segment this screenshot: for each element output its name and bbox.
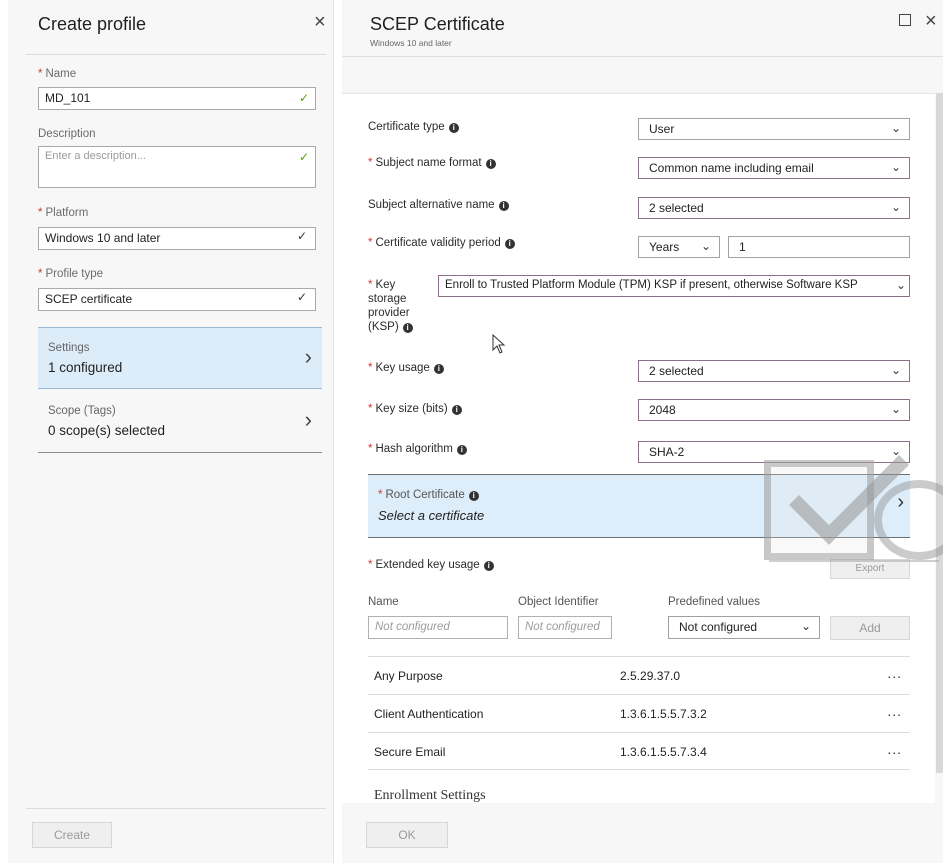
certificate-type-select[interactable]: User ⌄: [638, 118, 910, 140]
info-icon[interactable]: i: [433, 364, 444, 374]
info-icon[interactable]: i: [483, 561, 494, 571]
row-name: Client Authentication: [374, 707, 484, 721]
blade-header: Create profile ×: [8, 0, 334, 50]
chevron-down-icon: ⌄: [890, 160, 901, 174]
divider: [26, 808, 326, 809]
table-row: Any Purpose 2.5.29.37.0 ...: [368, 656, 910, 694]
root-certificate-label: * Root Certificate i: [378, 489, 479, 501]
row-name: Any Purpose: [374, 669, 443, 683]
chevron-down-icon: ✓: [296, 229, 307, 243]
key-size-select[interactable]: 2048 ⌄: [638, 399, 910, 421]
row-oid: 1.3.6.1.5.5.7.3.2: [620, 707, 707, 721]
row-name: Secure Email: [374, 745, 446, 759]
info-icon[interactable]: i: [451, 405, 462, 415]
chevron-down-icon: ⌄: [800, 619, 811, 633]
nav-item-title: Scope (Tags): [48, 405, 116, 417]
info-icon[interactable]: i: [485, 159, 496, 169]
name-label: * Name: [38, 68, 77, 80]
ok-button[interactable]: OK: [366, 822, 448, 848]
info-icon[interactable]: i: [504, 239, 515, 249]
more-options-icon[interactable]: ...: [887, 665, 902, 681]
subject-alternative-name-label: Subject alternative name i: [368, 199, 509, 211]
chevron-right-icon: ›: [304, 407, 312, 432]
validity-unit-select[interactable]: Years ⌄: [638, 236, 720, 258]
validity-period-label: * Certificate validity period i: [368, 237, 515, 249]
info-icon[interactable]: i: [402, 323, 413, 333]
ksp-select[interactable]: Enroll to Trusted Platform Module (TPM) …: [438, 275, 910, 297]
settings-content: Certificate type i User ⌄ * Subject name fo…: [342, 93, 935, 803]
name-input[interactable]: MD_101 ✓: [38, 87, 316, 110]
mouse-cursor-icon: [492, 333, 506, 354]
more-options-icon[interactable]: ...: [887, 741, 902, 757]
divider: [26, 54, 326, 55]
chevron-down-icon: ⌄: [890, 402, 901, 416]
info-icon[interactable]: i: [456, 445, 467, 455]
chevron-down-icon: ⌄: [890, 121, 901, 135]
blade-title: Create profile: [38, 14, 147, 34]
export-button[interactable]: Export: [830, 559, 910, 579]
chevron-down-icon: ⌄: [895, 278, 906, 292]
more-options-icon[interactable]: ...: [887, 703, 902, 719]
description-input[interactable]: Enter a description... ✓: [38, 146, 316, 188]
subject-name-format-label: * Subject name format i: [368, 157, 496, 169]
divider: [342, 56, 943, 57]
scep-certificate-blade: SCEP Certificate Windows 10 and later × …: [342, 0, 943, 863]
subject-alternative-name-select[interactable]: 2 selected ⌄: [638, 197, 910, 219]
root-certificate-selector[interactable]: * Root Certificate i Select a certificate …: [368, 474, 910, 538]
extended-key-usage-label: * Extended key usage i: [368, 559, 494, 571]
close-icon[interactable]: ×: [314, 12, 326, 32]
description-label: Description: [38, 128, 96, 140]
info-icon[interactable]: i: [448, 123, 459, 133]
blade-subtitle: Windows 10 and later: [370, 38, 452, 48]
eku-oid-input[interactable]: Not configured: [518, 616, 612, 639]
hash-algorithm-select[interactable]: SHA-2 ⌄: [638, 441, 910, 463]
nav-item-scope-tags[interactable]: Scope (Tags) 0 scope(s) selected ›: [38, 391, 322, 453]
close-icon[interactable]: ×: [925, 11, 937, 31]
table-row: Secure Email 1.3.6.1.5.5.7.3.4 ...: [368, 732, 910, 770]
maximize-icon[interactable]: [899, 14, 911, 26]
certificate-type-label: Certificate type i: [368, 121, 459, 133]
info-icon[interactable]: i: [468, 491, 479, 501]
key-usage-label: * Key usage i: [368, 362, 444, 374]
nav-item-value: 1 configured: [48, 360, 123, 375]
create-button[interactable]: Create: [32, 822, 112, 848]
create-profile-blade: Create profile × * Name MD_101 ✓ Descript…: [8, 0, 334, 863]
chevron-down-icon: ✓: [296, 290, 307, 304]
scrollbar[interactable]: [936, 93, 943, 773]
enrollment-settings-heading: Enrollment Settings: [374, 788, 486, 803]
root-certificate-value: Select a certificate: [378, 508, 485, 523]
check-icon: ✓: [298, 150, 309, 164]
ksp-label: * Key storage provider (KSP) i: [368, 278, 413, 334]
subject-name-format-select[interactable]: Common name including email ⌄: [638, 157, 910, 179]
nav-item-value: 0 scope(s) selected: [48, 423, 166, 438]
chevron-down-icon: ⌄: [890, 200, 901, 214]
eku-name-input[interactable]: Not configured: [368, 616, 508, 639]
chevron-down-icon: ⌄: [890, 444, 901, 458]
table-row: Client Authentication 1.3.6.1.5.5.7.3.2 …: [368, 694, 910, 732]
row-oid: 1.3.6.1.5.5.7.3.4: [620, 745, 707, 759]
nav-item-settings[interactable]: Settings 1 configured ›: [38, 327, 322, 389]
profile-type-select[interactable]: SCEP certificate ✓: [38, 288, 316, 311]
column-header-oid: Object Identifier: [518, 596, 599, 608]
chevron-down-icon: ⌄: [890, 363, 901, 377]
row-oid: 2.5.29.37.0: [620, 669, 681, 683]
key-size-label: * Key size (bits) i: [368, 403, 462, 415]
eku-predefined-select[interactable]: Not configured ⌄: [668, 616, 820, 639]
profile-type-label: * Profile type: [38, 268, 104, 280]
nav-item-title: Settings: [48, 342, 90, 354]
key-usage-select[interactable]: 2 selected ⌄: [638, 360, 910, 382]
chevron-down-icon: ⌄: [700, 239, 711, 253]
blade-title: SCEP Certificate: [370, 14, 505, 34]
info-icon[interactable]: i: [498, 201, 509, 211]
validity-value-input[interactable]: 1: [728, 236, 910, 258]
platform-select[interactable]: Windows 10 and later ✓: [38, 227, 316, 250]
column-header-predefined: Predefined values: [668, 596, 761, 608]
check-icon: ✓: [298, 91, 309, 105]
column-header-name: Name: [368, 596, 399, 608]
chevron-right-icon: ›: [304, 344, 312, 369]
add-button[interactable]: Add: [830, 616, 910, 640]
hash-algorithm-label: * Hash algorithm i: [368, 443, 467, 455]
platform-label: * Platform: [38, 207, 89, 219]
chevron-right-icon: ›: [897, 491, 904, 513]
